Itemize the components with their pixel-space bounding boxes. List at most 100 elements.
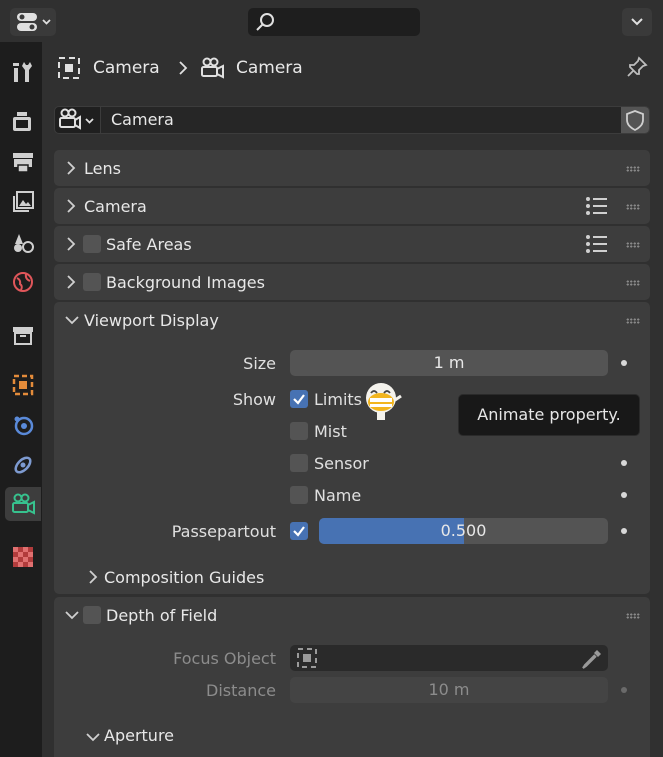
drag-handle-icon[interactable] (626, 613, 640, 619)
drag-handle-icon[interactable] (626, 166, 640, 172)
camera-data-icon (12, 493, 35, 515)
drag-handle-icon[interactable] (626, 204, 640, 210)
background-images-panel-header[interactable]: Background Images (54, 264, 650, 300)
keyframe-dot-icon[interactable] (621, 492, 627, 498)
background-images-checkbox[interactable] (83, 273, 101, 291)
physics-orbit-icon (14, 416, 34, 436)
lens-panel: Lens (54, 150, 650, 186)
chevron-down-icon (631, 18, 643, 26)
scene-shapes-icon (14, 234, 34, 253)
size-field[interactable]: 1 m (290, 350, 608, 376)
lens-panel-header[interactable]: Lens (54, 150, 650, 186)
mist-label: Mist (314, 422, 347, 441)
depth-of-field-checkbox[interactable] (83, 606, 101, 624)
camera-panel-header[interactable]: Camera (54, 188, 650, 224)
focus-object-field[interactable] (290, 645, 608, 671)
viewport-display-panel-title: Viewport Display (84, 311, 219, 330)
tab-physics[interactable] (5, 408, 41, 442)
sensor-checkbox[interactable] (290, 454, 308, 472)
checker-texture-icon (13, 547, 33, 567)
keyframe-dot-icon[interactable] (621, 687, 627, 693)
distance-field[interactable]: 10 m (290, 677, 608, 703)
aperture-title: Aperture (104, 726, 175, 745)
tab-object[interactable] (5, 368, 41, 402)
presets-list-icon[interactable] (585, 195, 609, 217)
distance-label: Distance (206, 681, 276, 700)
object-bounds-icon (58, 57, 80, 79)
world-globe-icon (13, 272, 33, 292)
eyedropper-icon[interactable] (580, 647, 604, 669)
wrench-icon (13, 62, 32, 82)
editor-type-button[interactable] (10, 8, 56, 36)
collection-box-icon (13, 327, 33, 345)
mist-checkbox[interactable] (290, 422, 308, 440)
presets-list-icon[interactable] (585, 233, 609, 255)
keyframe-dot-icon[interactable] (621, 460, 627, 466)
name-checkbox[interactable] (290, 486, 308, 504)
size-label: Size (243, 354, 276, 373)
aperture-subpanel-header[interactable]: Aperture (84, 726, 284, 750)
chevron-right-icon (67, 237, 76, 251)
constraint-link-icon (14, 456, 32, 474)
background-images-panel-title: Background Images (106, 273, 265, 292)
tab-render[interactable] (5, 105, 41, 139)
tab-scene[interactable] (5, 225, 41, 259)
image-layers-icon (13, 191, 34, 212)
search-input[interactable] (248, 8, 420, 36)
safe-areas-panel-header[interactable]: Safe Areas (54, 226, 650, 262)
drag-handle-icon[interactable] (626, 280, 640, 286)
options-dropdown-button[interactable] (622, 8, 652, 36)
object-square-icon (12, 374, 34, 396)
camera-name-field[interactable]: Camera (100, 107, 621, 133)
tab-collection[interactable] (5, 318, 41, 352)
passepartout-value: 0.500 (440, 521, 487, 540)
checkmark-icon (293, 394, 305, 405)
depth-of-field-panel-title: Depth of Field (106, 606, 218, 625)
keyframe-dot-icon[interactable] (621, 360, 627, 366)
drag-handle-icon[interactable] (626, 242, 640, 248)
properties-editor-icon (17, 13, 51, 31)
camera-data-icon (201, 57, 224, 79)
shield-icon (626, 110, 644, 132)
tab-view-layer[interactable] (5, 185, 41, 219)
drag-handle-icon[interactable] (626, 318, 640, 324)
viewport-display-panel-header[interactable]: Viewport Display (54, 302, 650, 338)
chevron-right-icon (179, 61, 188, 75)
name-label: Name (314, 486, 362, 505)
fake-user-button[interactable] (621, 107, 649, 133)
sensor-label: Sensor (314, 454, 369, 473)
chevron-down-icon (86, 733, 100, 742)
lens-panel-title: Lens (84, 159, 121, 178)
tab-texture[interactable] (5, 540, 41, 574)
camera-name-text: Camera (111, 110, 174, 129)
tab-camera-data[interactable] (5, 487, 41, 521)
tab-output[interactable] (5, 145, 41, 179)
tab-tool[interactable] (5, 55, 41, 89)
checkmark-icon (293, 526, 305, 537)
camera-panel-title: Camera (84, 197, 147, 216)
printer-icon (13, 153, 33, 173)
chevron-right-icon (89, 570, 98, 584)
browse-camera-button[interactable] (58, 107, 98, 133)
tab-world[interactable] (5, 265, 41, 299)
keyframe-dot-icon[interactable] (621, 528, 627, 534)
background-images-panel: Background Images (54, 264, 650, 300)
grinning-face-cursor-icon (366, 383, 402, 420)
depth-of-field-panel-header[interactable]: Depth of Field (54, 597, 650, 633)
passepartout-slider[interactable]: 0.500 (319, 518, 608, 544)
object-bounds-icon (297, 648, 317, 668)
limits-checkbox[interactable] (290, 390, 308, 408)
camera-data-icon (59, 108, 94, 130)
composition-guides-subpanel-header[interactable]: Composition Guides (84, 566, 384, 590)
safe-areas-panel-title: Safe Areas (106, 235, 192, 254)
composition-guides-title: Composition Guides (104, 568, 265, 587)
pin-icon[interactable] (625, 55, 649, 81)
render-camera-back-icon (13, 112, 31, 131)
tab-constraints[interactable] (5, 448, 41, 482)
passepartout-checkbox[interactable] (290, 522, 308, 540)
chevron-down-icon (65, 611, 79, 620)
safe-areas-checkbox[interactable] (83, 235, 101, 253)
breadcrumb-object: Camera (93, 58, 160, 78)
chevron-right-icon (67, 199, 76, 213)
chevron-down-icon (65, 316, 79, 325)
